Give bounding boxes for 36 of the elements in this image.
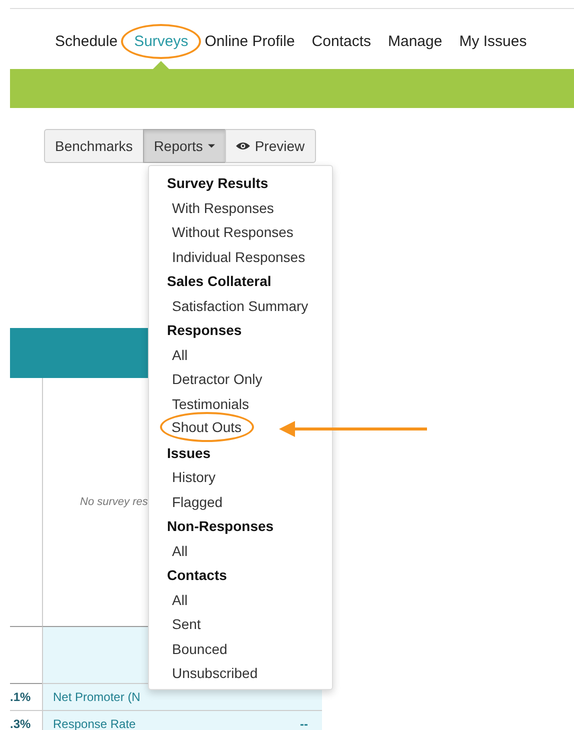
menu-item[interactable]: Individual Responses bbox=[172, 246, 306, 266]
menu-item[interactable]: With Responses bbox=[172, 198, 274, 218]
nav-tab[interactable]: Schedule bbox=[55, 32, 118, 50]
menu-heading: Responses bbox=[167, 321, 243, 340]
empty-message: No survey res bbox=[80, 496, 148, 508]
nav-tab[interactable]: Contacts bbox=[312, 32, 371, 50]
table-cell: .3% bbox=[10, 717, 31, 730]
menu-item[interactable]: History bbox=[172, 467, 216, 487]
menu-item[interactable]: Testimonials bbox=[172, 394, 250, 414]
menu-item[interactable]: All bbox=[172, 344, 188, 364]
toolbar-button[interactable]: Preview bbox=[224, 129, 316, 163]
menu-item[interactable]: Sent bbox=[172, 614, 201, 634]
menu-item[interactable]: Flagged bbox=[172, 492, 223, 512]
menu-heading: Sales Collateral bbox=[167, 272, 272, 291]
toolbar-button[interactable]: Reports bbox=[142, 129, 226, 163]
table-cell: -- bbox=[300, 717, 308, 730]
menu-item[interactable]: Detractor Only bbox=[172, 369, 262, 389]
nav-tab[interactable]: Online Profile bbox=[204, 32, 295, 50]
menu-item[interactable]: All bbox=[172, 590, 188, 610]
table-cell: .1% bbox=[10, 690, 31, 704]
toolbar-button[interactable]: Benchmarks bbox=[44, 129, 144, 163]
table-link[interactable]: Net Promoter (N bbox=[53, 690, 140, 704]
menu-heading: Survey Results bbox=[167, 174, 270, 193]
menu-item[interactable]: Shout Outs bbox=[160, 412, 254, 442]
menu-heading: Contacts bbox=[167, 566, 228, 585]
menu-item[interactable]: All bbox=[172, 540, 188, 560]
menu-heading: Issues bbox=[167, 444, 212, 462]
menu-item[interactable]: Satisfaction Summary bbox=[172, 296, 308, 316]
nav-tab[interactable]: Manage bbox=[388, 32, 442, 50]
eye-icon bbox=[236, 141, 250, 151]
menu-item[interactable]: Without Responses bbox=[172, 222, 294, 242]
caret-icon bbox=[208, 144, 215, 148]
menu-item[interactable]: Unsubscribed bbox=[172, 663, 258, 683]
menu-item[interactable]: Bounced bbox=[172, 638, 228, 658]
menu-heading: Non-Responses bbox=[167, 517, 275, 536]
nav-tab[interactable]: My Issues bbox=[459, 32, 527, 50]
